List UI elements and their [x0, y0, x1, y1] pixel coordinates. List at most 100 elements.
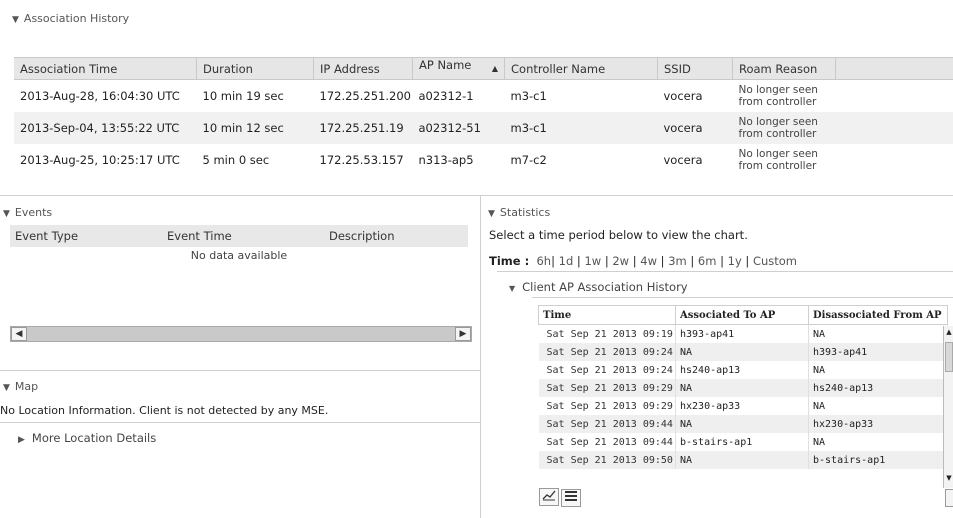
- table-row[interactable]: 2013-Sep-04, 13:55:22 UTC 10 min 12 sec …: [14, 112, 953, 144]
- time-option-1y[interactable]: 1y: [728, 254, 742, 268]
- cell-filler: [836, 144, 953, 176]
- association-history-header[interactable]: ▼ Association History: [12, 12, 129, 25]
- cell-ssid: vocera: [657, 112, 733, 144]
- events-title: Events: [14, 206, 53, 219]
- cell-time: Sat Sep 21 2013 09:19: [538, 324, 676, 343]
- col-ip-address[interactable]: IP Address: [313, 57, 413, 80]
- scroll-left-icon[interactable]: ◀: [11, 327, 27, 341]
- cell-ap: a02312-1: [418, 89, 474, 103]
- events-table: Event Type Event Time Description: [10, 225, 468, 247]
- cell-time: Sat Sep 21 2013 09:50: [538, 451, 676, 469]
- scroll-down-icon[interactable]: ▼: [944, 474, 953, 486]
- cell-disassociated: hx230-ap33: [808, 415, 948, 433]
- time-option-6h[interactable]: 6h: [536, 254, 551, 268]
- cell-disassociated: NA: [808, 324, 948, 343]
- more-location-details-toggle[interactable]: ▶ More Location Details: [18, 431, 156, 445]
- events-header[interactable]: ▼ Events: [3, 206, 52, 219]
- client-ap-vertical-scrollbar[interactable]: ▲ ▼: [943, 326, 953, 488]
- map-message: No Location Information. Client is not d…: [0, 404, 329, 417]
- time-option-2w[interactable]: 2w: [612, 254, 629, 268]
- scroll-up-icon[interactable]: ▲: [944, 328, 953, 340]
- cell-time: Sat Sep 21 2013 09:24: [538, 361, 676, 379]
- table-row[interactable]: Sat Sep 21 2013 09:19 h393-ap41 NA: [538, 324, 948, 343]
- cell-associated: NA: [675, 415, 809, 433]
- col-roam-reason[interactable]: Roam Reason: [732, 57, 836, 80]
- roam-line-2: from controller: [738, 160, 817, 172]
- cell-disassociated: h393-ap41: [808, 343, 948, 361]
- col-controller-name[interactable]: Controller Name: [504, 57, 658, 80]
- col-association-time[interactable]: Association Time: [14, 57, 197, 80]
- table-row[interactable]: Sat Sep 21 2013 09:24 hs240-ap13 NA: [538, 361, 948, 379]
- cell-ip: 172.25.53.157: [319, 153, 404, 167]
- cell-disassociated: b-stairs-ap1: [808, 451, 948, 469]
- time-option-1w[interactable]: 1w: [584, 254, 601, 268]
- cell-associated: hs240-ap13: [675, 361, 809, 379]
- export-button[interactable]: [945, 489, 953, 507]
- statistics-title: Statistics: [499, 206, 551, 219]
- table-row[interactable]: Sat Sep 21 2013 09:29 NA hs240-ap13: [538, 379, 948, 397]
- cell-roam-reason: No longer seen from controller: [733, 144, 836, 176]
- map-header[interactable]: ▼ Map: [3, 380, 38, 393]
- more-location-label: More Location Details: [31, 431, 157, 445]
- col-event-time[interactable]: Event Time: [162, 225, 324, 247]
- cell-ip: 172.25.251.19: [313, 112, 413, 144]
- col-description[interactable]: Description: [324, 225, 468, 247]
- table-row[interactable]: Sat Sep 21 2013 09:24 NA h393-ap41: [538, 343, 948, 361]
- time-option-4w[interactable]: 4w: [640, 254, 657, 268]
- scroll-thumb[interactable]: [945, 342, 953, 372]
- client-ap-history-table: Time Associated To AP Disassociated From…: [538, 305, 948, 469]
- time-option-custom[interactable]: Custom: [753, 254, 797, 268]
- cell-duration: 10 min 19 sec: [202, 89, 284, 103]
- col-ap-name[interactable]: AP Name ▲: [412, 57, 505, 80]
- cell-disassociated: NA: [808, 433, 948, 451]
- time-option-3m[interactable]: 3m: [668, 254, 687, 268]
- col-associated-to-ap[interactable]: Associated To AP: [675, 305, 809, 325]
- cell-ssid: vocera: [663, 153, 703, 167]
- roam-line-1: No longer seen: [738, 148, 818, 160]
- statistics-header[interactable]: ▼ Statistics: [488, 206, 550, 219]
- col-duration[interactable]: Duration: [196, 57, 314, 80]
- line-chart-icon[interactable]: [539, 488, 559, 506]
- col-filler: [835, 57, 953, 80]
- time-option-6m[interactable]: 6m: [698, 254, 717, 268]
- col-disassociated-from-ap[interactable]: Disassociated From AP: [808, 305, 948, 325]
- col-event-type[interactable]: Event Type: [10, 225, 162, 247]
- table-row[interactable]: Sat Sep 21 2013 09:29 hx230-ap33 NA: [538, 397, 948, 415]
- col-ssid[interactable]: SSID: [657, 57, 733, 80]
- cell-controller: m7-c2: [510, 153, 547, 167]
- map-title: Map: [14, 380, 39, 393]
- column-divider: [480, 196, 481, 518]
- triangle-down-icon: ▼: [509, 284, 516, 293]
- table-row[interactable]: Sat Sep 21 2013 09:44 NA hx230-ap33: [538, 415, 948, 433]
- cell-filler: [836, 80, 953, 113]
- col-ap-name-label: AP Name: [419, 58, 472, 72]
- cell-duration: 10 min 12 sec: [196, 112, 314, 144]
- table-row[interactable]: 2013-Aug-28, 16:04:30 UTC 10 min 19 sec …: [14, 80, 953, 113]
- events-horizontal-scrollbar[interactable]: ◀ ▶: [10, 326, 472, 342]
- table-row[interactable]: 2013-Aug-25, 10:25:17 UTC 5 min 0 sec 17…: [14, 144, 953, 176]
- cell-associated: NA: [675, 343, 809, 361]
- client-ap-history-header[interactable]: ▼ Client AP Association History: [509, 280, 688, 294]
- scroll-right-icon[interactable]: ▶: [455, 327, 471, 341]
- triangle-down-icon: ▼: [3, 383, 10, 393]
- cell-associated: NA: [675, 451, 809, 469]
- cell-associated: h393-ap41: [675, 324, 809, 343]
- roam-line-1: No longer seen: [738, 116, 818, 128]
- cell-disassociated: hs240-ap13: [808, 379, 948, 397]
- cell-time: Sat Sep 21 2013 09:24: [538, 343, 676, 361]
- triangle-down-icon: ▼: [488, 209, 495, 219]
- section-divider: [532, 297, 953, 298]
- association-history-title: Association History: [23, 12, 130, 25]
- table-icon[interactable]: [561, 489, 581, 507]
- cell-controller: m3-c1: [510, 89, 547, 103]
- cell-time: Sat Sep 21 2013 09:29: [538, 379, 676, 397]
- col-time[interactable]: Time: [538, 305, 676, 325]
- section-divider: [0, 370, 480, 371]
- cell-ap: a02312-51: [412, 112, 505, 144]
- sort-asc-icon: ▲: [491, 64, 498, 73]
- table-row[interactable]: Sat Sep 21 2013 09:44 b-stairs-ap1 NA: [538, 433, 948, 451]
- table-row[interactable]: Sat Sep 21 2013 09:50 NA b-stairs-ap1: [538, 451, 948, 469]
- cell-time: Sat Sep 21 2013 09:29: [538, 397, 676, 415]
- triangle-down-icon: ▼: [12, 15, 19, 25]
- time-option-1d[interactable]: 1d: [559, 254, 574, 268]
